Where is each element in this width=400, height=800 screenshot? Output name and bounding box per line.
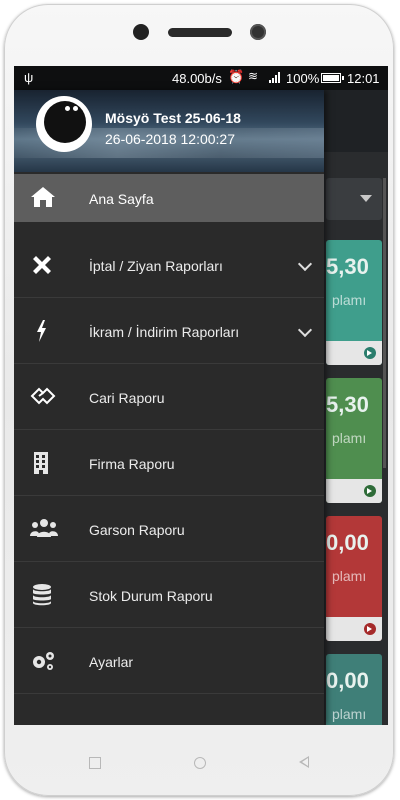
gears-icon bbox=[30, 649, 58, 673]
drawer-item-label: Ayarlar bbox=[89, 654, 134, 670]
card-subtitle: plamı bbox=[332, 568, 367, 584]
drawer-item-label: Stok Durum Raporu bbox=[89, 588, 213, 604]
arrow-right-circle-icon[interactable] bbox=[364, 485, 376, 497]
scrollbar[interactable] bbox=[383, 178, 386, 468]
drawer-item-lightning[interactable]: İkram / İndirim Raporları bbox=[14, 298, 324, 364]
home-button[interactable] bbox=[194, 757, 206, 769]
card-amount: 5,30 bbox=[326, 392, 369, 417]
earpiece-speaker bbox=[168, 28, 232, 37]
home-icon bbox=[30, 186, 58, 210]
chevron-down-icon bbox=[360, 195, 372, 202]
drawer-menu: Ana Sayfa İptal / Ziyan Raporları İkram / … bbox=[14, 174, 324, 724]
building-icon bbox=[30, 451, 58, 475]
drawer-item-home[interactable]: Ana Sayfa bbox=[14, 174, 324, 222]
battery-icon bbox=[321, 73, 344, 83]
card-footer[interactable] bbox=[326, 479, 382, 503]
drawer-item-handshake[interactable]: Cari Raporu bbox=[14, 364, 324, 430]
chevron-down-icon[interactable] bbox=[297, 322, 313, 338]
status-time: 12:01 bbox=[347, 71, 380, 86]
drawer-item-label: İptal / Ziyan Raporları bbox=[89, 258, 223, 274]
signal-icon bbox=[269, 72, 283, 83]
card-footer[interactable] bbox=[326, 341, 382, 365]
phone-frame: ψ 48.00b/s ⏰ ≋ 100% 12:01 5,30 plamı 5,30 p… bbox=[0, 0, 400, 800]
background-dashboard: 5,30 plamı 5,30 plamı 0,00 plamı 0,00 plamı bbox=[324, 90, 388, 725]
alarm-icon: ⏰ bbox=[228, 69, 245, 84]
card-amount: 0,00 bbox=[326, 668, 369, 693]
card-amount: 0,00 bbox=[326, 530, 369, 555]
summary-card[interactable]: 5,30 plamı bbox=[326, 240, 382, 365]
drawer-item-close-x[interactable]: İptal / Ziyan Raporları bbox=[14, 232, 324, 298]
front-camera bbox=[250, 24, 266, 40]
database-icon bbox=[30, 583, 58, 607]
drawer-header: Mösyö Test 25-06-18 26-06-2018 12:00:27 bbox=[14, 90, 324, 172]
summary-card[interactable]: 5,30 plamı bbox=[326, 378, 382, 503]
card-subtitle: plamı bbox=[332, 292, 367, 308]
background-dropdown[interactable] bbox=[326, 178, 382, 220]
app-logo-icon bbox=[36, 96, 92, 152]
login-datetime: 26-06-2018 12:00:27 bbox=[105, 131, 235, 147]
chevron-down-icon[interactable] bbox=[297, 256, 313, 272]
drawer-item-label: Garson Raporu bbox=[89, 522, 185, 538]
drawer-item-building[interactable]: Firma Raporu bbox=[14, 430, 324, 496]
summary-card[interactable]: 0,00 plamı bbox=[326, 516, 382, 641]
summary-card[interactable]: 0,00 plamı bbox=[326, 654, 382, 725]
wifi-icon: ≋ bbox=[248, 69, 259, 83]
close-x-icon bbox=[30, 253, 58, 277]
users-icon bbox=[30, 517, 58, 541]
user-name: Mösyö Test 25-06-18 bbox=[105, 110, 241, 126]
card-subtitle: plamı bbox=[332, 430, 367, 446]
front-sensor bbox=[133, 24, 149, 40]
arrow-right-circle-icon[interactable] bbox=[364, 623, 376, 635]
drawer-item-users[interactable]: Garson Raporu bbox=[14, 496, 324, 562]
arrow-right-circle-icon[interactable] bbox=[364, 347, 376, 359]
card-amount: 5,30 bbox=[326, 254, 369, 279]
drawer-item-label: Ana Sayfa bbox=[89, 191, 154, 207]
battery-percent: 100% bbox=[286, 71, 320, 86]
background-toolbar bbox=[324, 90, 388, 152]
drawer-item-label: İkram / İndirim Raporları bbox=[89, 324, 240, 340]
card-footer[interactable] bbox=[326, 617, 382, 641]
drawer-item-partial[interactable] bbox=[14, 694, 324, 724]
screen: ψ 48.00b/s ⏰ ≋ 100% 12:01 5,30 plamı 5,30 p… bbox=[14, 66, 388, 725]
status-bar: ψ 48.00b/s ⏰ ≋ 100% 12:01 bbox=[14, 66, 388, 90]
usb-icon: ψ bbox=[24, 70, 34, 85]
recent-apps-button[interactable] bbox=[89, 757, 101, 769]
drawer-item-gears[interactable]: Ayarlar bbox=[14, 628, 324, 694]
navigation-drawer: Mösyö Test 25-06-18 26-06-2018 12:00:27 … bbox=[14, 90, 324, 725]
drawer-item-database[interactable]: Stok Durum Raporu bbox=[14, 562, 324, 628]
network-speed: 48.00b/s bbox=[172, 71, 222, 86]
card-subtitle: plamı bbox=[332, 706, 367, 722]
drawer-item-label: Firma Raporu bbox=[89, 456, 175, 472]
lightning-icon bbox=[30, 319, 58, 343]
back-button[interactable] bbox=[299, 756, 309, 768]
drawer-item-label: Cari Raporu bbox=[89, 390, 165, 406]
handshake-icon bbox=[30, 385, 58, 409]
